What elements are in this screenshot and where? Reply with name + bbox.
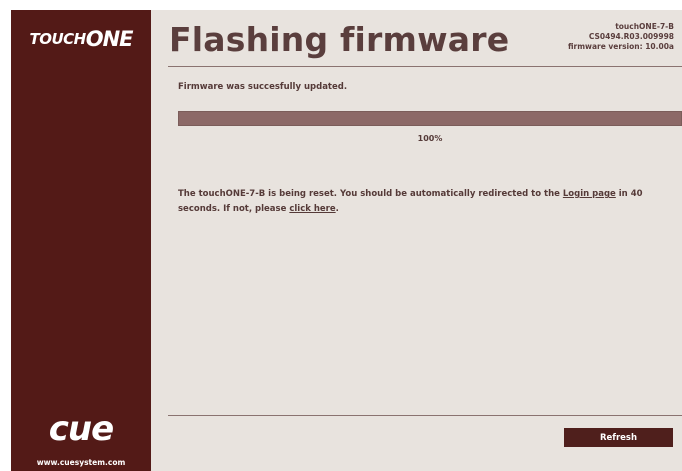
reset-text-before: The touchONE-7-B is being reset. You sho… — [178, 189, 563, 199]
device-id: CS0494.R03.009998 — [588, 32, 674, 41]
reset-message: The touchONE-7-B is being reset. You sho… — [178, 187, 674, 217]
firmware-version: firmware version: 10.00a — [567, 42, 674, 51]
refresh-button[interactable]: Refresh — [564, 428, 673, 447]
page-title: Flashing firmware — [169, 20, 510, 59]
click-here-link[interactable]: click here — [289, 204, 335, 214]
device-name: touchONE-7-B — [615, 22, 674, 31]
header-divider — [168, 66, 682, 67]
device-info: touchONE-7-B CS0494.R03.009998 firmware … — [568, 22, 674, 52]
main-content: Flashing firmware touchONE-7-B CS0494.R0… — [151, 10, 682, 471]
touchone-logo: TOUCH ONE — [11, 10, 151, 68]
logo-suffix: ONE — [85, 27, 134, 51]
progress-fill — [179, 112, 681, 125]
reset-text-after: . — [335, 204, 339, 214]
progress-label: 100% — [417, 134, 443, 143]
cue-logo: cue — [48, 409, 114, 449]
login-page-link[interactable]: Login page — [563, 189, 616, 199]
progress-bar — [178, 111, 682, 126]
firmware-page: TOUCH ONE cue www.cuesystem.com Flashing … — [0, 0, 682, 471]
company-url: www.cuesystem.com — [36, 458, 126, 467]
logo-prefix: TOUCH — [29, 30, 86, 48]
footer-divider — [168, 415, 682, 416]
status-message: Firmware was succesfully updated. — [178, 82, 348, 92]
sidebar: TOUCH ONE cue www.cuesystem.com — [11, 10, 151, 471]
